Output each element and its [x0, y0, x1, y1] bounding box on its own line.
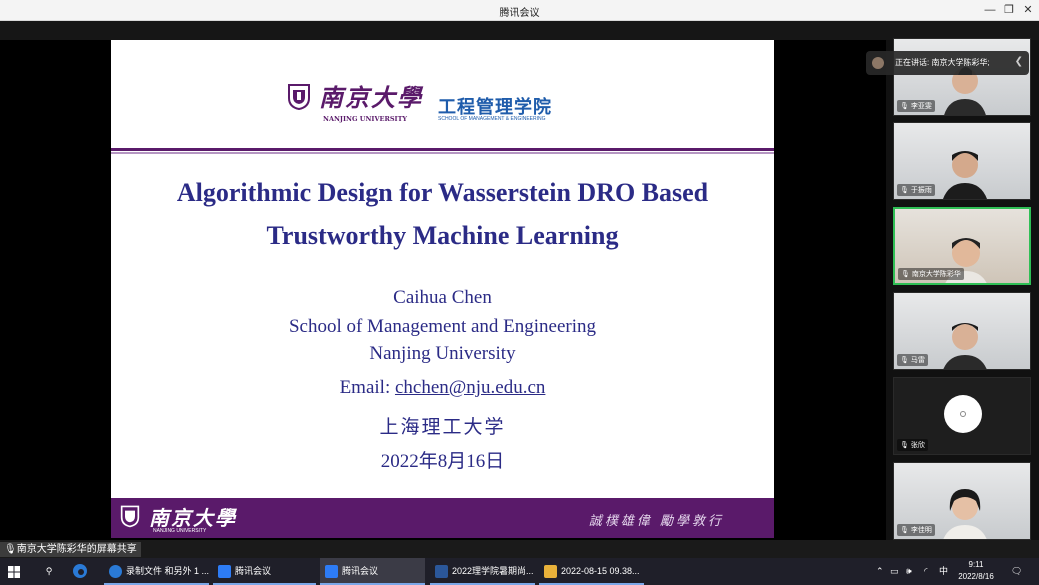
network-icon[interactable]: ▭ [890, 558, 899, 585]
screen-share-label: 🎙南京大学陈彩华的屏幕共享 [0, 542, 141, 557]
author-school: School of Management and Engineering [288, 316, 597, 337]
folder-icon [544, 565, 557, 578]
restore-button[interactable]: ❐ [1000, 2, 1018, 18]
tencent-meeting-icon [325, 565, 338, 578]
speaking-indicator: 正在讲话: 南京大学陈彩华; ❮ [866, 51, 1029, 75]
participant-name: 🎙 张欣 [897, 439, 928, 451]
venue: 上海理工大学 [379, 417, 506, 438]
share-strip [0, 540, 1039, 558]
notification-icon[interactable]: 🗨 [1011, 558, 1022, 585]
person-video-icon [942, 151, 988, 199]
taskbar-item-recordings[interactable]: 录制文件 和另外 1 ... [104, 558, 209, 585]
participant-name: 🎙 马雷 [897, 354, 928, 366]
author-university: Nanjing University [369, 343, 516, 364]
presentation-slide: 南京大學 NANJING UNIVERSITY 工程管理学院 SCHOOL OF… [111, 40, 774, 538]
participant-name: 🎙 李亚雯 [897, 100, 935, 112]
talk-date: 2022年8月16日 [380, 451, 505, 472]
university-name-cn: 南京大學 [319, 83, 423, 112]
footer-university-cn: 南京大學 [149, 506, 237, 530]
author-name: Caihua Chen [393, 287, 492, 308]
participant-name: 🎙 李佳明 [897, 524, 935, 536]
slide-title-line1: Algorithmic Design for Wasserstein DRO B… [176, 178, 709, 207]
participant-tile[interactable]: 🎙 马雷 [893, 292, 1031, 370]
mic-icon: 🎙 [900, 527, 909, 534]
university-name-en: NANJING UNIVERSITY [323, 115, 408, 123]
participant-tile-active-speaker[interactable]: 🎙 南京大学陈彩华 [893, 207, 1031, 285]
windows-logo-icon [8, 566, 20, 578]
taskbar-item-word-document[interactable]: 2022理学院暑期尚... [430, 558, 535, 585]
wifi-icon[interactable]: ◜ [924, 558, 928, 585]
minimize-button[interactable]: — [981, 2, 999, 18]
participant-name: 🎙 南京大学陈彩华 [898, 268, 964, 280]
mic-icon: 🎙 [900, 357, 909, 364]
school-name-en: SCHOOL OF MANAGEMENT & ENGINEERING [438, 116, 546, 122]
avatar [944, 395, 982, 433]
edge-browser-icon[interactable] [72, 558, 94, 585]
author-email: Email: chchen@nju.edu.cn [111, 377, 774, 399]
volume-icon[interactable]: 🕪 [906, 558, 912, 585]
meeting-top-strip [0, 21, 1039, 40]
person-video-icon [943, 489, 987, 539]
participant-tile[interactable]: 🎙 张欣 [893, 377, 1031, 455]
person-video-icon [943, 323, 987, 369]
start-button[interactable] [8, 558, 26, 585]
tray-chevron-up-icon[interactable]: ⌃ [876, 558, 884, 585]
mic-icon: 🎙 [901, 271, 910, 278]
slide-header: 南京大學 NANJING UNIVERSITY 工程管理学院 SCHOOL OF… [111, 40, 774, 150]
mic-icon: 🎙 [900, 103, 909, 110]
taskbar-item-folder[interactable]: 2022-08-15 09.38... [539, 558, 644, 585]
mic-icon: 🎙 [900, 187, 909, 194]
collapse-arrow-icon[interactable]: ❮ [1015, 56, 1023, 67]
search-icon[interactable]: ⚲ [40, 558, 58, 585]
taskbar-item-tencent-meeting-2[interactable]: 腾讯会议 [320, 558, 425, 585]
participant-tile[interactable]: 🎙 李亚雯 [893, 38, 1031, 116]
slide-title-line2: Trustworthy Machine Learning [266, 221, 619, 250]
slide-footer: 南京大學 NANJING UNIVERSITY 誠樸雄偉 勵學敦行 [111, 498, 774, 538]
edge-icon [109, 565, 122, 578]
participant-name: 🎙 于振雨 [897, 184, 935, 196]
window-titlebar: 腾讯会议 — ❐ ✕ [0, 0, 1039, 21]
speaker-avatar [872, 57, 884, 69]
tencent-meeting-icon [218, 565, 231, 578]
shared-screen: 南京大學 NANJING UNIVERSITY 工程管理学院 SCHOOL OF… [0, 40, 885, 540]
windows-taskbar: ⚲ 录制文件 和另外 1 ... 腾讯会议 腾讯会议 2022理学院暑期尚...… [0, 558, 1039, 585]
nju-seal-icon [120, 505, 140, 528]
word-icon [435, 565, 448, 578]
ime-indicator[interactable]: 中 [939, 558, 948, 585]
close-button[interactable]: ✕ [1019, 2, 1037, 18]
email-label: Email: [339, 377, 395, 398]
participant-panel: 🎙 李亚雯 🎙 于振雨 🎙 南京大学陈彩华 🎙 马雷 🎙 张欣 🎙 李佳明 [886, 38, 1039, 540]
participant-tile[interactable]: 🎙 李佳明 [893, 462, 1031, 540]
participant-tile[interactable]: 🎙 于振雨 [893, 122, 1031, 200]
header-divider-light [111, 152, 774, 154]
header-divider [111, 148, 774, 151]
mic-icon: 🎙 [4, 544, 17, 555]
university-motto: 誠樸雄偉 勵學敦行 [588, 514, 724, 529]
speaking-text: 正在讲话: 南京大学陈彩华; [895, 58, 990, 67]
window-title: 腾讯会议 [499, 8, 540, 19]
mic-icon: 🎙 [900, 442, 909, 449]
footer-university-en: NANJING UNIVERSITY [153, 528, 207, 534]
email-link: chchen@nju.edu.cn [394, 377, 546, 398]
nju-seal-icon [288, 84, 310, 110]
clock-time: 9:11 [968, 560, 984, 569]
taskbar-item-tencent-meeting-1[interactable]: 腾讯会议 [213, 558, 316, 585]
taskbar-clock[interactable]: 9:11 2022/8/16 [952, 559, 1000, 583]
clock-date: 2022/8/16 [958, 572, 994, 581]
